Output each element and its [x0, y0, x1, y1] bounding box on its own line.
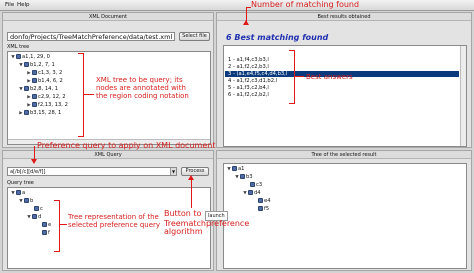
node-icon: [34, 206, 39, 211]
node-icon: [248, 190, 253, 195]
selected-result-panel: Tree of the selected result ▼ a1 ▼ b3 c3 ▼…: [216, 150, 472, 271]
dropdown-arrow-icon[interactable]: ▼: [170, 168, 176, 175]
node-icon: [232, 166, 237, 171]
selected-result-title: Tree of the selected result: [217, 151, 471, 159]
node-icon: [42, 230, 47, 235]
result-item[interactable]: 5 - a1,f3,c2,b4,l: [225, 85, 459, 91]
annotation-bracket-query-tree: [54, 200, 60, 252]
node-icon: [16, 190, 21, 195]
annotation-preference-query: Preference query to apply on XML documen…: [37, 141, 216, 150]
tree-node[interactable]: ▼ b2,8, 14, 1: [18, 86, 58, 93]
arrow-down-icon: [31, 159, 37, 164]
tree-node[interactable]: ▶ c2,9, 12, 2: [26, 94, 66, 101]
result-node[interactable]: ▼ b3: [234, 174, 253, 181]
node-icon: [16, 54, 21, 59]
annotation-number-matching: Number of matching found: [251, 0, 360, 9]
tree-node[interactable]: ▶ b1,4, 6, 2: [26, 78, 63, 85]
query-node[interactable]: e: [36, 222, 51, 229]
results-list[interactable]: 1 - a1,f4,c3,b3,l 2 - a1,f2,c2,b3,l 3 - …: [223, 45, 467, 147]
query-node[interactable]: ▼ a: [10, 190, 25, 197]
query-node[interactable]: ▼ b: [18, 198, 33, 205]
node-icon: [240, 174, 245, 179]
annotation-connector: [60, 224, 67, 226]
node-icon: [250, 182, 255, 187]
tree-node[interactable]: ▶ f2,13, 13, 2: [26, 102, 68, 109]
node-icon: [32, 78, 37, 83]
result-item[interactable]: 1 - a1,f4,c3,b3,l: [225, 57, 459, 63]
best-results-title: Best results obtained: [217, 13, 471, 21]
query-tree-label: Query tree: [7, 180, 34, 186]
annotation-button-to: Button to: [164, 209, 202, 218]
arrow-up-icon: [243, 20, 249, 25]
result-node[interactable]: c3: [244, 182, 262, 189]
annotation-arrow-line: [191, 178, 193, 208]
result-item[interactable]: 6 - a1,f2,c2,b2,l: [225, 92, 459, 98]
result-node[interactable]: f5: [252, 206, 269, 213]
query-input[interactable]: a[/b[/c][d/e/f]]: [7, 167, 177, 176]
menu-help[interactable]: Help: [17, 2, 30, 8]
node-icon: [32, 94, 37, 99]
tree-node[interactable]: ▶ c1,3, 3, 2: [26, 70, 62, 77]
select-file-button[interactable]: Select file: [179, 32, 210, 41]
vertical-scrollbar[interactable]: [460, 46, 466, 146]
query-node[interactable]: f: [36, 230, 50, 237]
node-icon: [24, 198, 29, 203]
node-icon: [42, 222, 47, 227]
best-matching-heading: 6 Best matching found: [226, 33, 329, 42]
xml-tree-label: XML tree: [7, 44, 30, 50]
annotation-xml-tree-note: XML tree to be query; its nodes are anno…: [96, 76, 189, 100]
node-icon: [24, 110, 29, 115]
annotation-connector: [295, 76, 304, 78]
node-icon: [258, 206, 263, 211]
annotation-algorithm: Treematchpreference algorithm: [164, 219, 250, 236]
menu-bar: File Help: [0, 0, 474, 11]
menu-file[interactable]: File: [5, 2, 14, 8]
tree-node[interactable]: ▼ b1,2, 7, 1: [18, 62, 55, 69]
xml-document-title: XML Document: [3, 13, 213, 21]
node-icon: [24, 62, 29, 67]
result-node[interactable]: ▼ d4: [242, 190, 261, 197]
process-button[interactable]: Process: [181, 167, 209, 176]
result-item[interactable]: 2 - a1,f2,c2,b3,l: [225, 64, 459, 70]
node-icon: [258, 198, 263, 203]
selected-result-tree-view[interactable]: ▼ a1 ▼ b3 c3 ▼ d4 e4 f5: [223, 163, 467, 269]
annotation-tree-representation: Tree representation of the selected pref…: [68, 213, 161, 229]
annotation-connector: [84, 94, 94, 96]
tree-node[interactable]: ▶ b3,15, 28, 1: [18, 110, 61, 117]
query-node[interactable]: ▼ d: [26, 214, 41, 221]
result-node[interactable]: e4: [252, 198, 271, 205]
arrow-up-icon: [188, 175, 194, 180]
tree-node[interactable]: ▼ a1,1, 29, 0: [10, 54, 50, 61]
query-node[interactable]: c: [28, 206, 43, 213]
node-icon: [32, 70, 37, 75]
node-icon: [24, 86, 29, 91]
result-node[interactable]: ▼ a1: [226, 166, 244, 173]
node-icon: [32, 214, 37, 219]
annotation-arrow-line: [34, 146, 36, 160]
file-path-field[interactable]: donfo/Projects/TreeMatchPreference/data/…: [7, 32, 175, 41]
annotation-best-answers: Best answers: [306, 73, 353, 81]
node-icon: [32, 102, 37, 107]
